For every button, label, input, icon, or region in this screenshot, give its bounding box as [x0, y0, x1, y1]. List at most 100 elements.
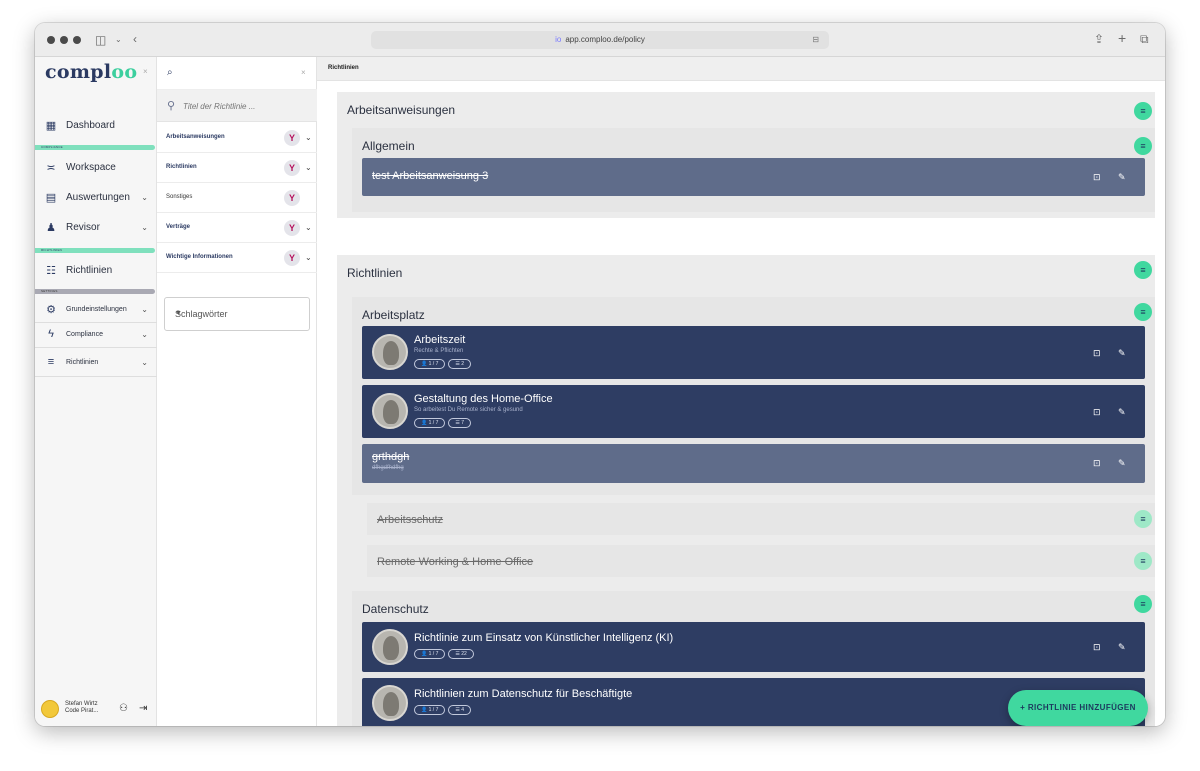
- page-header: Richtlinien: [317, 57, 1165, 81]
- chevron-down-icon: ⌄: [141, 357, 148, 367]
- edit-icon[interactable]: ✎: [1118, 642, 1126, 653]
- edit-icon[interactable]: ✎: [1118, 348, 1126, 359]
- policy-card[interactable]: Richtlinie zum Einsatz von Künstlicher I…: [362, 622, 1145, 672]
- logout-icon[interactable]: ⇥: [139, 703, 147, 714]
- add-policy-icon[interactable]: ≡: [1134, 595, 1152, 613]
- filter-add-icon[interactable]: Y: [284, 130, 300, 146]
- policy-card[interactable]: Gestaltung des Home-Office So arbeitest …: [362, 385, 1145, 438]
- policy-stats: 👤 1 / 7 ☰ 2: [414, 359, 472, 369]
- preview-icon[interactable]: ⊡: [1093, 407, 1101, 418]
- back-arrow-icon[interactable]: ‹: [133, 33, 137, 45]
- sidebar-item-richtlinien[interactable]: ☷ Richtlinien: [35, 257, 157, 283]
- policy-card[interactable]: Arbeitszeit Rechte & Pflichten 👤 1 / 7 ☰…: [362, 326, 1145, 379]
- sidebar-item-richtlinien-settings[interactable]: ≡ Richtlinien ⌄: [35, 349, 157, 375]
- filter-close-icon[interactable]: ×: [301, 68, 306, 77]
- chevron-down-icon[interactable]: ⌄: [305, 163, 312, 172]
- sidebar-item-label: Richtlinien: [66, 264, 113, 276]
- sidebar-item-label: Richtlinien: [66, 358, 99, 366]
- new-tab-icon[interactable]: +: [1118, 31, 1126, 45]
- share-icon[interactable]: ⇪: [1094, 33, 1104, 45]
- chevron-down-icon[interactable]: ⌄: [115, 34, 122, 46]
- sidebar-item-compliance[interactable]: ϟ Compliance ⌄: [35, 321, 157, 347]
- policy-thumbnail: [372, 334, 408, 370]
- policy-subtitle: So arbeitest Du Remote sicher & gesund: [414, 407, 523, 413]
- window-zoom-dot[interactable]: [73, 36, 81, 44]
- policy-search-input[interactable]: [183, 98, 303, 114]
- avatar: [41, 700, 59, 718]
- preview-icon[interactable]: ⊡: [1093, 642, 1101, 653]
- filter-add-icon[interactable]: Y: [284, 190, 300, 206]
- subcategory-title: Allgemein: [362, 139, 415, 153]
- add-policy-icon[interactable]: ≡: [1134, 552, 1152, 570]
- filter-row-vertraege[interactable]: Verträge Y ⌄: [157, 213, 317, 243]
- readers-badge: 👤 1 / 7: [414, 705, 446, 715]
- policy-thumbnail: [372, 629, 408, 665]
- add-subcategory-icon[interactable]: ≡: [1134, 261, 1152, 279]
- gears-icon: ⚙: [46, 303, 56, 316]
- filter-add-icon[interactable]: Y: [284, 160, 300, 176]
- filter-row-wichtige-informationen[interactable]: Wichtige Informationen Y ⌄: [157, 243, 317, 273]
- filter-add-icon[interactable]: Y: [284, 250, 300, 266]
- policy-card[interactable]: grthdgh dfhgdfhdfhg ⊡ ✎: [362, 444, 1145, 483]
- chevron-down-icon: ⌄: [141, 304, 148, 314]
- window-minimize-dot[interactable]: [60, 36, 68, 44]
- add-policy-icon[interactable]: ≡: [1134, 510, 1152, 528]
- add-policy-icon[interactable]: ≡: [1134, 137, 1152, 155]
- sidebar-item-auswertungen[interactable]: ▤ Auswertungen ⌄: [35, 184, 157, 210]
- address-bar[interactable]: io app.comploo.de/policy ⊟: [371, 31, 829, 49]
- policy-thumbnail: [372, 393, 408, 429]
- pages-count: 22: [461, 651, 467, 657]
- sidebar-item-revisor[interactable]: ♟ Revisor ⌄: [35, 214, 157, 240]
- filter-row-arbeitsanweisungen[interactable]: Arbeitsanweisungen Y ⌄: [157, 123, 317, 153]
- chevron-down-icon[interactable]: ⌄: [305, 253, 312, 262]
- user-role: Code Pirat...: [65, 708, 99, 714]
- sidebar-close-icon[interactable]: ×: [143, 67, 148, 76]
- preview-icon[interactable]: ⊡: [1093, 172, 1101, 183]
- sidebar-item-dashboard[interactable]: ▦ Dashboard: [35, 112, 157, 138]
- reader-icon[interactable]: ⊟: [812, 31, 819, 49]
- edit-icon[interactable]: ✎: [1118, 172, 1126, 183]
- brand-logo-text: compl: [45, 61, 112, 83]
- brand-logo[interactable]: comploo: [45, 61, 137, 83]
- add-policy-button[interactable]: + RICHTLINIE HINZUFÜGEN: [1008, 690, 1148, 726]
- filter-panel: ⌕ × ⚲ Arbeitsanweisungen Y ⌄ Richtlinien…: [157, 57, 317, 726]
- sidebar-item-workspace[interactable]: ≍ Workspace: [35, 154, 157, 180]
- filter-row-sonstiges[interactable]: Sonstiges Y: [157, 183, 317, 213]
- policy-card[interactable]: test Arbeitsanweisung 3 ⊡ ✎: [362, 158, 1145, 196]
- edit-icon[interactable]: ✎: [1118, 407, 1126, 418]
- edit-icon[interactable]: ✎: [1118, 458, 1126, 469]
- divider: [35, 347, 157, 348]
- tags-select[interactable]: Schlagwörter ▼: [164, 297, 310, 331]
- filter-add-icon[interactable]: Y: [284, 220, 300, 236]
- add-policy-icon[interactable]: ≡: [1134, 303, 1152, 321]
- readers-count: 1 / 7: [428, 707, 439, 713]
- clipboard-icon: ▤: [45, 191, 57, 204]
- user-settings-icon[interactable]: ⚇: [119, 703, 128, 714]
- chevron-down-icon[interactable]: ⌄: [305, 133, 312, 142]
- readers-count: 1 / 7: [428, 651, 439, 657]
- chevron-down-icon: ⌄: [141, 329, 148, 339]
- preview-icon[interactable]: ⊡: [1093, 458, 1101, 469]
- category-title: Richtlinien: [347, 266, 403, 280]
- window-close-dot[interactable]: [47, 36, 55, 44]
- policy-title: Richtlinie zum Einsatz von Künstlicher I…: [414, 632, 674, 644]
- policy-title: test Arbeitsanweisung 3: [372, 170, 489, 182]
- section-label-settings: SETTINGS: [35, 289, 155, 294]
- tabs-overview-icon[interactable]: ⧉: [1140, 33, 1149, 45]
- sidebar-toggle-icon[interactable]: ◫: [95, 34, 106, 46]
- category-title: Arbeitsanweisungen: [347, 103, 456, 117]
- list-icon: ≡: [47, 356, 55, 368]
- chevron-down-icon[interactable]: ⌄: [305, 223, 312, 232]
- chevron-down-icon: ⌄: [141, 222, 148, 232]
- filter-row-label: Arbeitsanweisungen: [166, 134, 225, 140]
- filter-row-label: Verträge: [166, 224, 191, 230]
- filter-row-richtlinien[interactable]: Richtlinien Y ⌄: [157, 153, 317, 183]
- user-profile[interactable]: Stefan Wirtz Code Pirat... ⚇ ⇥: [41, 696, 155, 722]
- site-icon: io: [555, 35, 562, 44]
- sidebar-item-label: Compliance: [66, 330, 103, 338]
- subcategory-title: Datenschutz: [362, 602, 429, 616]
- sidebar-item-grundeinstellungen[interactable]: ⚙ Grundeinstellungen ⌄: [35, 296, 157, 322]
- preview-icon[interactable]: ⊡: [1093, 348, 1101, 359]
- add-subcategory-icon[interactable]: ≡: [1134, 102, 1152, 120]
- pages-badge: ☰ 7: [448, 418, 472, 428]
